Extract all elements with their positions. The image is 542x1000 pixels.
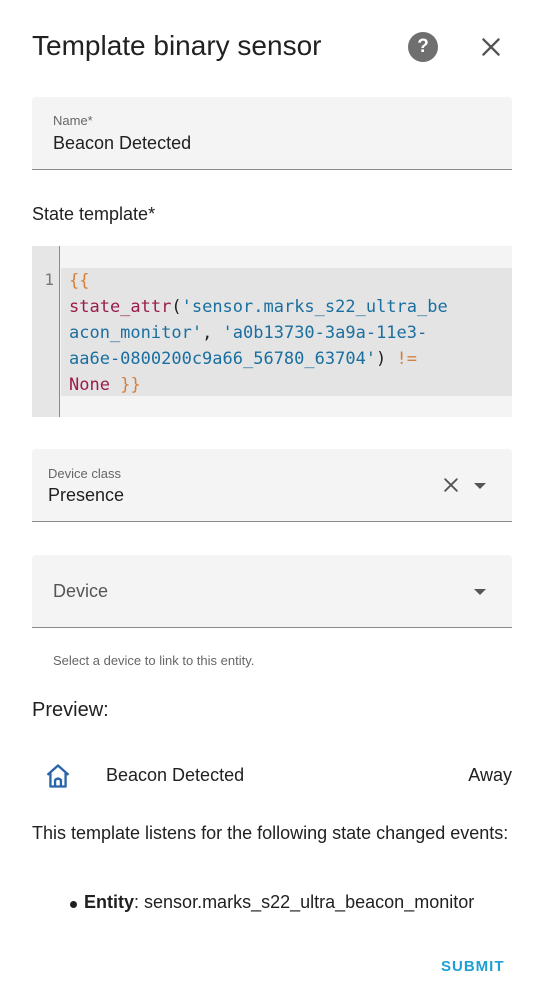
name-field-value[interactable]: Beacon Detected <box>53 133 191 154</box>
list-item: Entity: sensor.marks_s22_ultra_beacon_mo… <box>84 892 474 913</box>
list-item-kind: Entity <box>84 892 135 912</box>
clear-icon[interactable] <box>441 475 461 495</box>
code-text[interactable]: {{ state_attr('sensor.marks_s22_ultra_be… <box>69 268 509 398</box>
code-gutter: 1 <box>32 246 60 417</box>
state-template-label: State template* <box>32 204 156 224</box>
preview-entity-name: Beacon Detected <box>106 765 245 785</box>
device-class-select[interactable]: Device class Presence <box>32 449 512 522</box>
template-binary-sensor-dialog: Template binary sensor ? Name* Beacon De… <box>0 0 542 1000</box>
help-icon[interactable]: ? <box>408 32 438 62</box>
dialog-title: Template binary sensor <box>32 30 322 61</box>
state-template-editor[interactable]: 1 {{ state_attr('sensor.marks_s22_ultra_… <box>32 246 512 417</box>
home-icon <box>46 764 70 788</box>
chevron-down-icon[interactable] <box>474 483 486 489</box>
device-placeholder: Device <box>53 581 109 601</box>
line-number: 1 <box>44 270 54 289</box>
close-icon[interactable] <box>478 34 504 60</box>
preview-entity-state: Away <box>468 765 512 785</box>
list-item-entity-id: sensor.marks_s22_ultra_beacon_monitor <box>144 892 475 912</box>
device-helper-text: Select a device to link to this entity. <box>53 653 255 668</box>
device-class-label: Device class <box>48 466 121 481</box>
code-token-paren-close: ) <box>376 349 387 369</box>
code-token-function: state_attr <box>69 297 172 317</box>
device-class-value: Presence <box>48 485 125 505</box>
submit-button[interactable]: SUBMIT <box>441 958 505 975</box>
device-select[interactable]: Device <box>32 555 512 628</box>
code-token-open: {{ <box>69 271 90 291</box>
code-token-operator: != <box>386 349 418 369</box>
dialog-header: Template binary sensor ? <box>32 28 512 68</box>
code-token-none: None <box>69 375 110 395</box>
list-bullet <box>70 901 77 908</box>
preview-entity-row[interactable]: Beacon Detected Away <box>32 756 512 796</box>
list-item-separator: : <box>134 892 145 912</box>
preview-label: Preview: <box>32 699 109 721</box>
listen-description: This template listens for the following … <box>32 823 509 843</box>
code-token-comma: , <box>202 323 223 343</box>
name-field-label: Name* <box>53 113 93 128</box>
code-token-paren-open: ( <box>171 297 182 317</box>
code-token-close: }} <box>120 375 141 395</box>
name-field[interactable]: Name* Beacon Detected <box>32 97 512 170</box>
chevron-down-icon[interactable] <box>474 589 486 595</box>
